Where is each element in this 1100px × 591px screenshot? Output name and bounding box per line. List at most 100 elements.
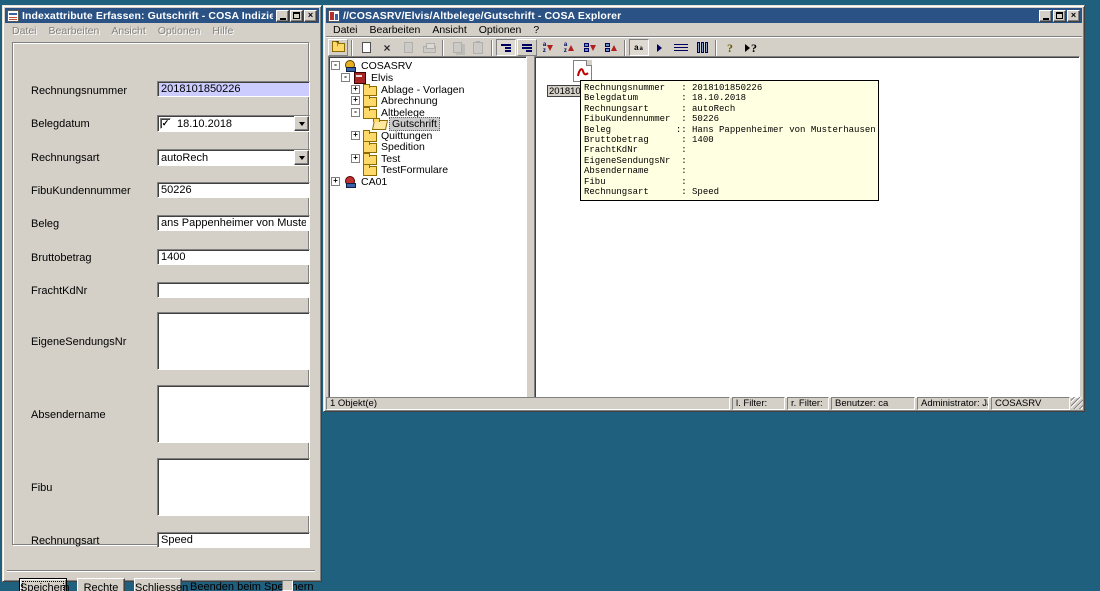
toolbar-separator [624,40,626,56]
view-small-icon[interactable] [650,39,670,56]
chevron-down-icon[interactable] [294,150,309,165]
menu-optionen[interactable]: Optionen [152,25,207,37]
fibu-textarea[interactable] [157,458,310,516]
tree-item-test[interactable]: + Test [351,153,402,164]
tree-item-cosasrv[interactable]: - COSASRV [331,60,414,71]
tree-pane[interactable]: - COSASRV - Elvis + Ablage - Vorlagen + … [328,56,527,398]
close-icon[interactable]: × [1067,10,1080,22]
index-menubar: Datei Bearbeiten Ansicht Optionen Hilfe [5,23,319,37]
rechnungsnummer-input[interactable] [157,81,310,97]
maximize-icon[interactable] [1053,10,1066,22]
file-pane[interactable]: 201810185 Rechnungsnummer : 201810185022… [534,56,1080,398]
tooltip-line: Rechnungsart : autoRech [584,104,875,114]
field-label-fibukundennummer: FibuKundennummer [31,185,131,197]
tree-collapse-icon[interactable] [517,39,537,56]
resize-grip-icon[interactable] [1071,397,1083,409]
toolbar-separator [715,40,717,56]
tooltip-line: Fibu : [584,177,875,187]
rechnungsart-combo[interactable]: autoRech [157,149,310,166]
maximize-icon[interactable] [290,10,303,22]
expander-icon[interactable]: + [351,96,360,105]
belegdatum-checkbox[interactable]: ✓ [160,118,171,129]
belegdatum-value: 18.10.2018 [174,118,294,130]
tree-item-abrechnung[interactable]: + Abrechnung [351,95,440,106]
new-document-icon[interactable] [356,39,376,56]
close-icon[interactable]: × [304,10,317,22]
up-one-level-icon[interactable]: ↑ [328,39,348,56]
status-server: COSASRV [991,397,1070,410]
rights-button[interactable]: Rechte [77,578,125,591]
field-label-fibu: Fibu [31,482,52,494]
tooltip-line: FibuKundennummer : 50226 [584,114,875,124]
view-details-icon[interactable] [692,39,712,56]
absendername-textarea[interactable] [157,385,310,443]
explorer-titlebar[interactable]: //COSASRV/Elvis/Altbelege/Gutschrift - C… [326,8,1082,23]
status-right-filter: r. Filter: [787,397,829,410]
menu-ansicht[interactable]: Ansicht [105,25,151,37]
expander-icon[interactable]: + [351,154,360,163]
expander-icon[interactable]: + [351,85,360,94]
belegdatum-combo[interactable]: ✓ 18.10.2018 [157,115,310,132]
explorer-statusbar: 1 Objekt(e) l. Filter: r. Filter: Benutz… [326,397,1084,410]
exit-on-save-checkbox[interactable] [282,580,293,591]
tree-item-ablage-vorlagen[interactable]: + Ablage - Vorlagen [351,84,466,95]
tree-item-gutschrift[interactable]: Gutschrift [361,118,440,129]
tree-item-ca01[interactable]: + CA01 [331,176,389,187]
open-folder-icon [373,118,386,129]
sort-type-descending-icon[interactable] [580,39,600,56]
menu-ansicht[interactable]: Ansicht [426,24,472,36]
tooltip-line: EigeneSendungsNr : [584,156,875,166]
expander-icon[interactable]: + [351,131,360,140]
index-window-titlebar[interactable]: Indexattribute Erfassen: Gutschrift - CO… [5,8,319,23]
divider [7,570,315,572]
tree-item-elvis[interactable]: - Elvis [341,72,395,83]
index-form: Rechnungsnummer Belegdatum ✓ 18.10.2018 … [5,37,319,578]
menu-bearbeiten[interactable]: Bearbeiten [43,25,106,37]
menu-datei[interactable]: Datei [6,25,43,37]
expander-icon[interactable]: + [331,177,340,186]
chevron-down-icon[interactable] [294,116,309,131]
delete-icon[interactable]: × [377,39,397,56]
tree-item-quittungen[interactable]: + Quittungen [351,130,434,141]
status-admin: Administrator: Ja [917,397,989,410]
tree-item-testformulare[interactable]: TestFormulare [351,164,450,175]
menu-hilfe[interactable]: Hilfe [206,25,239,37]
explorer-toolbar: ↑ × az az aa ? [326,37,1082,57]
rechnungsart-value: autoRech [158,152,294,164]
field-label-eigenesendungsnr: EigeneSendungsNr [31,336,126,348]
expander-icon[interactable]: - [331,61,340,70]
status-user: Benutzer: ca [831,397,915,410]
expander-icon[interactable]: - [351,108,360,117]
beleg-input[interactable] [157,215,310,231]
help-icon[interactable]: ? [720,39,740,56]
menu-help[interactable]: ? [527,24,545,36]
paste-icon [468,39,488,56]
folder-icon [363,107,376,118]
menu-bearbeiten[interactable]: Bearbeiten [364,24,427,36]
pdf-document-icon[interactable] [573,60,592,82]
sort-type-ascending-icon[interactable] [601,39,621,56]
sort-az-ascending-icon[interactable]: az [559,39,579,56]
field-label-belegdatum: Belegdatum [31,118,90,130]
save-button[interactable]: Speichern [19,578,67,591]
close-form-button[interactable]: Schliessen [134,578,182,591]
context-help-icon[interactable]: ? [741,39,761,56]
frachtkdnr-input[interactable] [157,282,310,298]
sort-az-descending-icon[interactable]: az [538,39,558,56]
expander-icon[interactable]: - [341,73,350,82]
fibukundennummer-input[interactable] [157,182,310,198]
view-large-icon[interactable]: aa [629,39,649,56]
menu-optionen[interactable]: Optionen [473,24,528,36]
eigenesendungsnr-textarea[interactable] [157,312,310,370]
field-label-rechnungsnummer: Rechnungsnummer [31,85,127,97]
minimize-icon[interactable] [276,10,289,22]
tree-expand-icon[interactable] [496,39,516,56]
field-label-rechnungsart: Rechnungsart [31,152,100,164]
view-list-icon[interactable] [671,39,691,56]
tree-item-spedition[interactable]: Spedition [351,141,427,152]
minimize-icon[interactable] [1039,10,1052,22]
tooltip-line: Rechnungsart : Speed [584,187,875,197]
rechnungsart-2-input[interactable] [157,532,310,548]
menu-datei[interactable]: Datei [327,24,364,36]
bruttobetrag-input[interactable] [157,249,310,265]
